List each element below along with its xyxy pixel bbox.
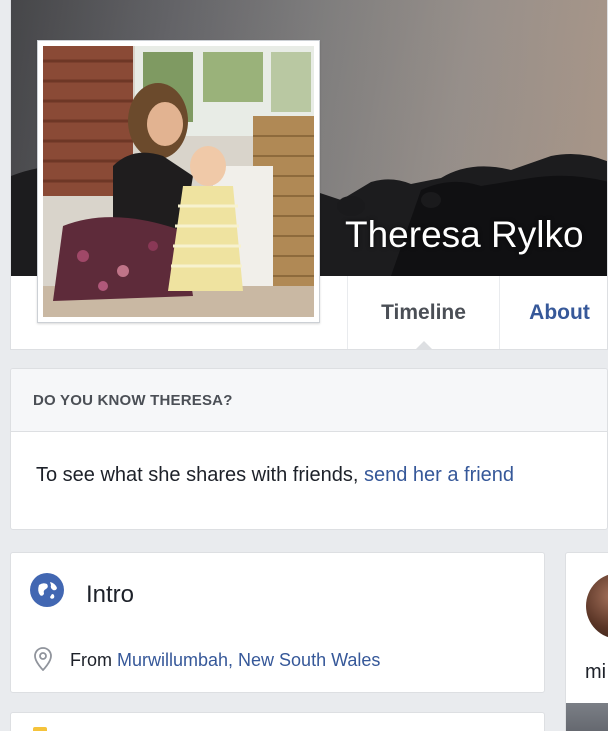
profile-picture[interactable] bbox=[37, 40, 320, 323]
globe-icon bbox=[30, 573, 64, 607]
composer-card: mi bbox=[565, 552, 608, 731]
from-prefix: From bbox=[70, 650, 117, 670]
card-icon bbox=[33, 727, 47, 731]
profile-photo bbox=[43, 46, 314, 317]
tab-about[interactable]: About bbox=[499, 276, 607, 349]
tab-timeline[interactable]: Timeline bbox=[347, 276, 499, 349]
profile-header: Theresa Rylko Timeline About bbox=[10, 0, 608, 350]
hometown-link[interactable]: Murwillumbah, New South Wales bbox=[117, 650, 380, 670]
do-you-know-heading: DO YOU KNOW THERESA? bbox=[11, 369, 607, 432]
do-you-know-text: To see what she shares with friends, sen… bbox=[36, 464, 514, 487]
composer-text: mi bbox=[585, 661, 607, 683]
profile-tabs: Timeline About bbox=[347, 276, 607, 349]
intro-from-row: From Murwillumbah, New South Wales bbox=[70, 650, 380, 671]
photo-strip bbox=[566, 703, 608, 731]
profile-page: Theresa Rylko Timeline About DO YOU KNOW… bbox=[10, 0, 608, 731]
do-you-know-card: DO YOU KNOW THERESA? To see what she sha… bbox=[10, 368, 608, 530]
avatar[interactable] bbox=[586, 573, 608, 639]
next-card bbox=[10, 712, 545, 731]
location-pin-icon bbox=[34, 647, 52, 671]
profile-name[interactable]: Theresa Rylko bbox=[345, 214, 584, 256]
send-friend-request-link[interactable]: send her a friend bbox=[364, 464, 514, 486]
intro-card: Intro From Murwillumbah, New South Wales bbox=[10, 552, 545, 693]
do-you-know-message: To see what she shares with friends, bbox=[36, 464, 364, 486]
intro-title: Intro bbox=[86, 581, 135, 608]
